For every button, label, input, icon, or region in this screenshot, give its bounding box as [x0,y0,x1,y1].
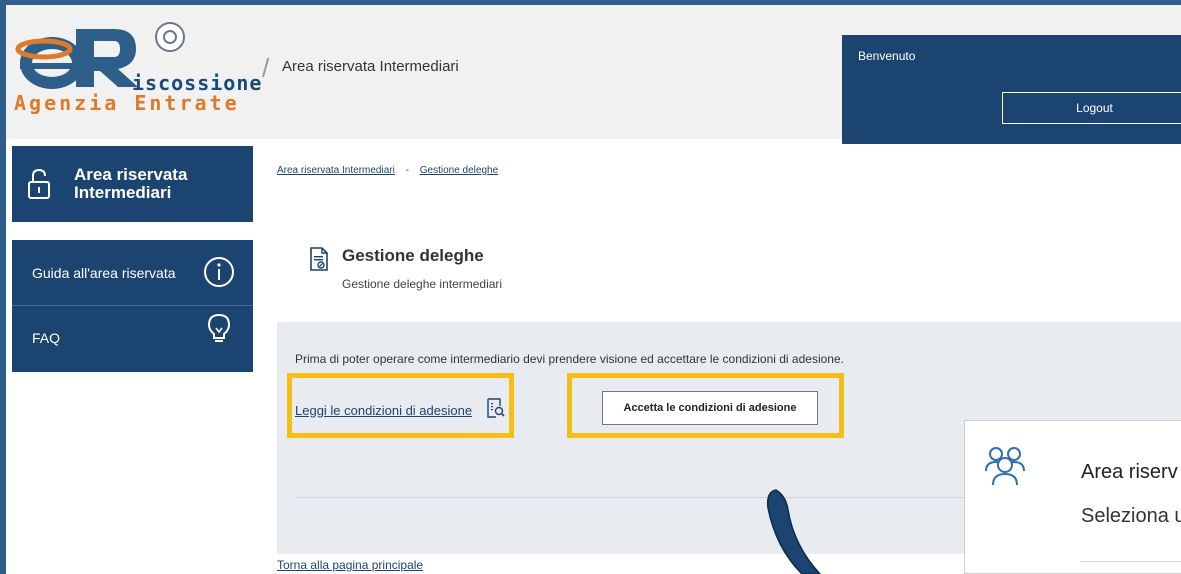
divider [295,497,975,498]
overlay-subtitle: Seleziona u [1081,505,1181,527]
conditions-text: Prima di poter operare come intermediari… [295,352,844,366]
info-icon [204,257,234,287]
header: iscossione Agenzia Entrate / Area riserv… [6,0,1181,144]
sidebar-item-guida[interactable]: Guida all'area riservata [12,240,253,306]
back-to-main-link[interactable]: Torna alla pagina principale [277,558,423,572]
logout-button[interactable]: Logout [1002,92,1181,124]
overlay-title: Area riserv [1081,461,1178,483]
header-separator: / [262,53,270,83]
sidebar-item-faq[interactable]: FAQ [12,306,253,372]
welcome-text: Benvenuto [858,49,916,63]
curved-arrow-annotation [766,489,822,574]
welcome-panel: Benvenuto Logout [842,35,1181,144]
document-icon [310,247,328,271]
sidebar-menu: Guida all'area riservata FAQ [12,240,253,372]
lock-icon [28,168,50,199]
lightbulb-icon [207,313,231,342]
breadcrumb-link-area[interactable]: Area riservata Intermediari [277,165,395,176]
logo-agenzia-text: Agenzia Entrate [14,91,240,115]
page-frame: iscossione Agenzia Entrate / Area riserv… [0,0,1181,574]
highlight-read-link [287,373,514,438]
breadcrumb-separator: - [405,165,409,176]
sidebar-item-label: Guida all'area riservata [32,265,176,281]
highlight-accept-button [567,373,844,438]
page-title: Gestione deleghe [342,246,484,265]
agenzia-entrate-riscossione-logo[interactable]: iscossione Agenzia Entrate [14,15,261,115]
sidebar-area-label: Area riservata Intermediari [74,165,188,202]
breadcrumb: Area riservata Intermediari - Gestione d… [277,165,498,176]
users-icon [985,447,1025,486]
sidebar-area-riservata[interactable]: Area riservata Intermediari [12,146,253,222]
header-title: Area riservata Intermediari [282,58,459,75]
breadcrumb-link-gestione[interactable]: Gestione deleghe [420,165,498,176]
page-subtitle: Gestione deleghe intermediari [342,277,503,291]
overlay-area-riservata-card: Area riserv Seleziona u [964,420,1181,574]
overlay-divider [1081,561,1181,574]
sidebar-item-label: FAQ [32,330,61,346]
